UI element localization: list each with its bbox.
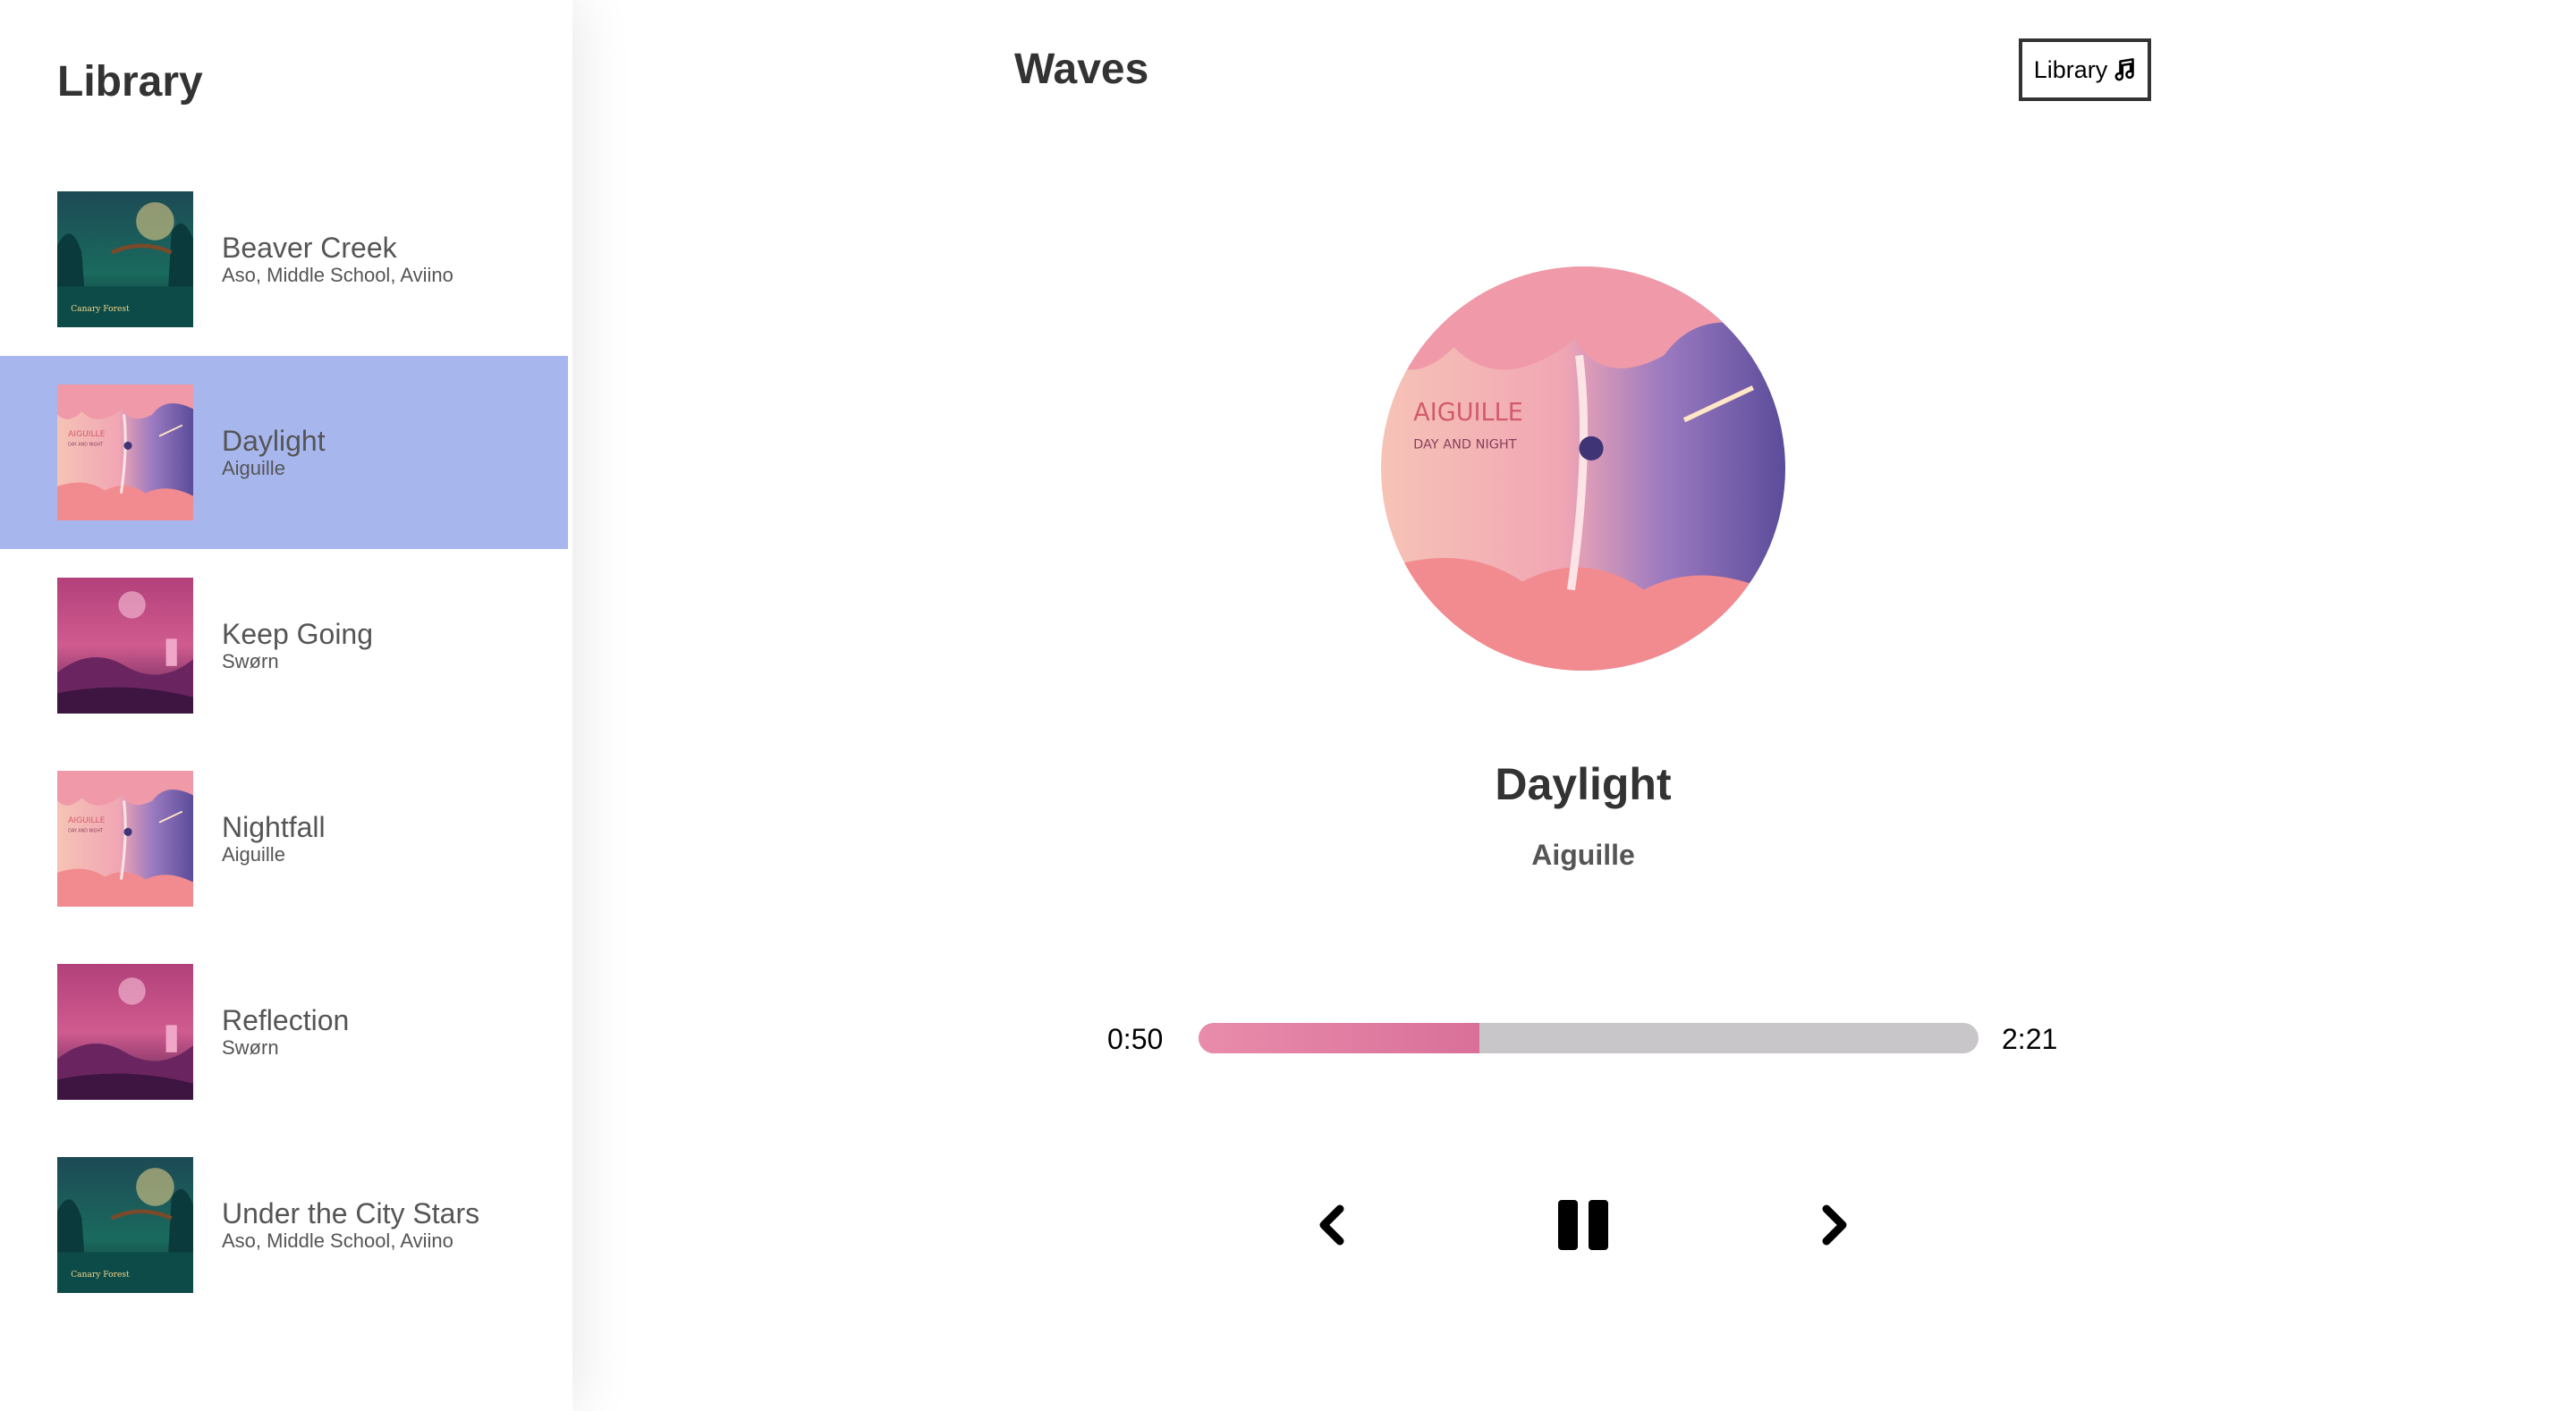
song-artist: Aiguille (222, 457, 285, 479)
app-title: Waves (1014, 46, 1149, 93)
song-artist: Swørn (222, 1036, 279, 1059)
sidebar-title: Library (57, 58, 203, 106)
song-list-item[interactable]: AIGUILLE DAY AND NIGHT Nightfall Aiguille (0, 742, 568, 935)
song-cover-thumbnail: AIGUILLE DAY AND NIGHT (57, 771, 193, 907)
song-list-item[interactable]: Keep Going Swørn (0, 549, 568, 742)
song-info: Nightfall Aiguille (222, 811, 326, 866)
song-artist: Aso, Middle School, Aviino (222, 1229, 453, 1252)
total-time: 2:21 (2002, 1023, 2058, 1055)
chevron-right-icon (1822, 1204, 1847, 1246)
svg-text:Canary Forest: Canary Forest (71, 305, 130, 314)
song-cover-thumbnail (57, 578, 193, 714)
svg-text:DAY AND NIGHT: DAY AND NIGHT (1413, 437, 1517, 452)
svg-text:AIGUILLE: AIGUILLE (1413, 399, 1523, 427)
song-info: Under the City Stars Aso, Middle School, … (222, 1197, 479, 1253)
song-cover-thumbnail (57, 964, 193, 1100)
library-toggle-button[interactable]: Library (2019, 38, 2151, 101)
svg-text:DAY AND NIGHT: DAY AND NIGHT (68, 442, 103, 447)
current-time: 0:50 (1107, 1023, 1164, 1055)
song-list: Canary Forest Beaver Creek Aso, Middle Sch… (0, 163, 568, 1322)
song-info: Daylight Aiguille (222, 425, 326, 480)
pause-icon (1558, 1200, 1608, 1250)
previous-button[interactable] (1301, 1193, 1365, 1257)
svg-text:DAY AND NIGHT: DAY AND NIGHT (68, 828, 103, 833)
song-list-item[interactable]: Canary Forest Beaver Creek Aso, Middle Sch… (0, 163, 568, 356)
svg-text:AIGUILLE: AIGUILLE (68, 816, 105, 825)
song-name: Beaver Creek (222, 232, 397, 264)
progress-slider[interactable] (1199, 1023, 1979, 1053)
song-name: Nightfall (222, 811, 326, 843)
progress-fill (1199, 1023, 1479, 1053)
song-artist: Swørn (222, 650, 279, 672)
song-list-item[interactable]: AIGUILLE DAY AND NIGHT Daylight Aiguille (0, 356, 568, 549)
song-name: Under the City Stars (222, 1197, 480, 1229)
song-info: Reflection Swørn (222, 1004, 349, 1060)
player-main: Waves Library AIGUILLE DAY AND NIGHT Dayl… (572, 0, 2576, 1411)
play-pause-button[interactable] (1551, 1193, 1615, 1257)
now-playing-artist: Aiguille (1531, 839, 1635, 871)
library-button-label: Library (2033, 55, 2108, 83)
song-artist: Aso, Middle School, Aviino (222, 264, 453, 286)
svg-text:AIGUILLE: AIGUILLE (68, 430, 105, 439)
song-cover-thumbnail: Canary Forest (57, 191, 193, 327)
svg-text:Canary Forest: Canary Forest (71, 1271, 130, 1280)
chevron-left-icon (1319, 1204, 1344, 1246)
song-info: Beaver Creek Aso, Middle School, Aviino (222, 232, 453, 287)
library-sidebar: Library Canary Forest Beaver Creek Aso, Mi… (0, 0, 572, 1411)
song-name: Keep Going (222, 618, 374, 650)
song-artist: Aiguille (222, 843, 285, 866)
song-list-item[interactable]: Reflection Swørn (0, 935, 568, 1128)
now-playing-title: Daylight (1495, 759, 1672, 809)
song-info: Keep Going Swørn (222, 618, 373, 673)
song-list-item[interactable]: Canary Forest Under the City Stars Aso, Mi… (0, 1128, 568, 1322)
song-name: Reflection (222, 1004, 350, 1036)
song-cover-thumbnail: Canary Forest (57, 1157, 193, 1293)
next-button[interactable] (1801, 1193, 1866, 1257)
song-cover-thumbnail: AIGUILLE DAY AND NIGHT (57, 384, 193, 520)
song-name: Daylight (222, 425, 326, 457)
album-cover: AIGUILLE DAY AND NIGHT (1381, 266, 1785, 671)
music-note-icon (2114, 58, 2135, 81)
